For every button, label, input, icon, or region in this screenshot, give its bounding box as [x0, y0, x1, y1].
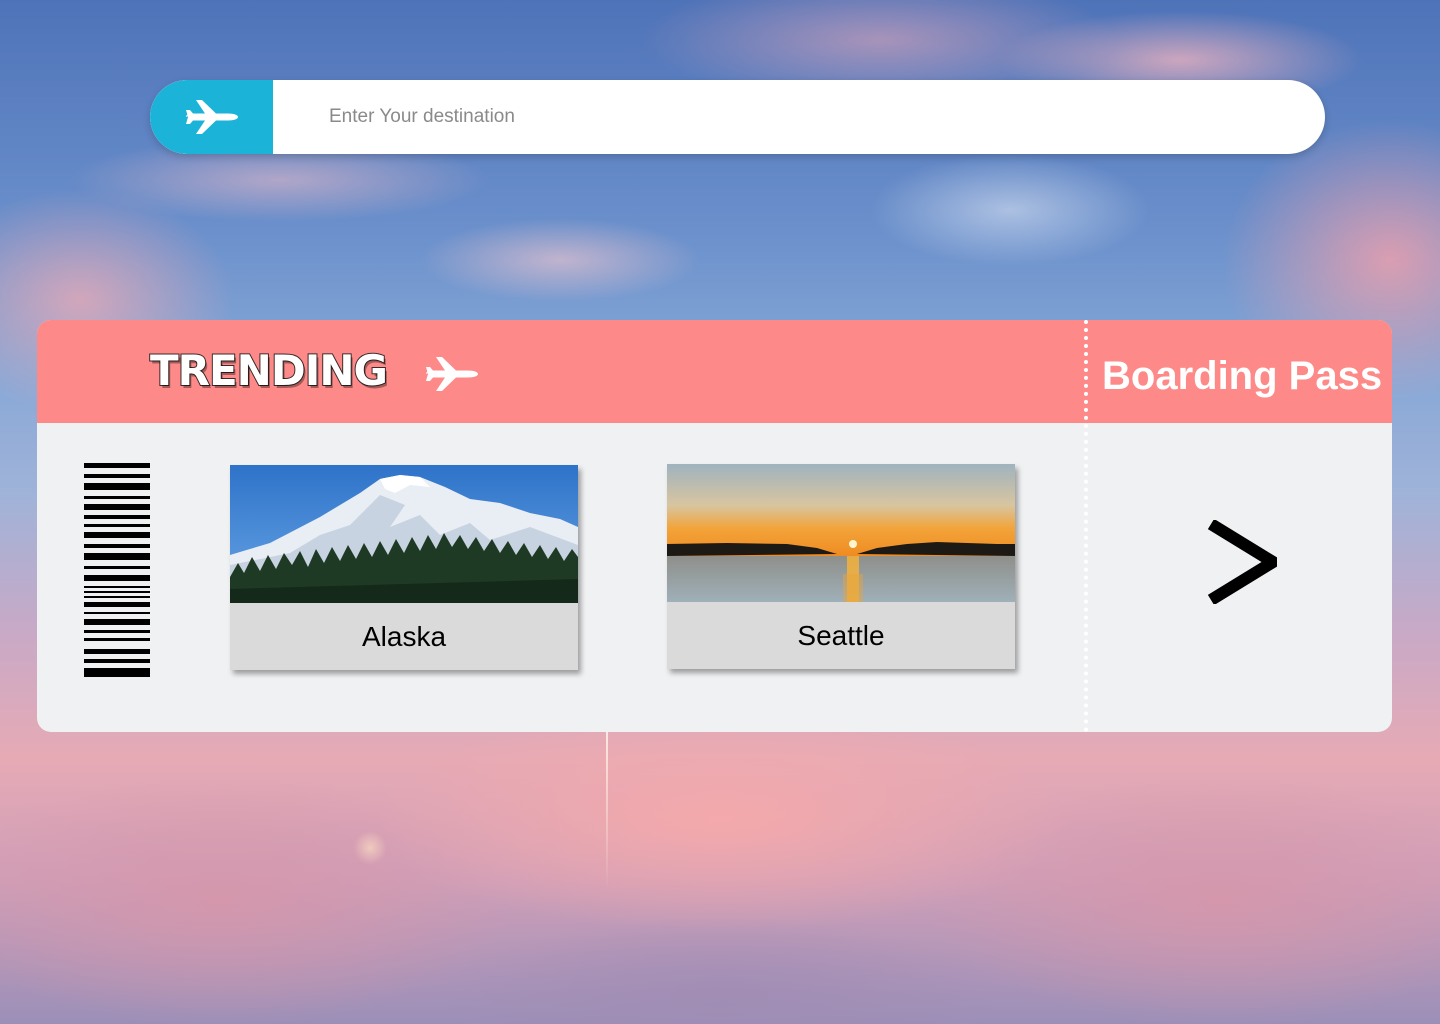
boarding-pass-title: Boarding Pass: [1102, 354, 1383, 398]
barcode: [84, 463, 150, 677]
trending-boarding-pass-ticket: TRENDING Boarding Pass Alaska Seattle: [37, 320, 1392, 732]
ticket-perforation: [1084, 320, 1088, 732]
destination-search-bar: [150, 80, 1325, 154]
seattle-sunset-image: [667, 464, 1015, 602]
search-flight-button[interactable]: [150, 80, 273, 154]
airplane-icon: [426, 357, 478, 391]
sun-ray: [606, 730, 608, 890]
destination-name: Alaska: [361, 621, 447, 652]
alaska-mountain-image: [230, 465, 578, 603]
sky-background: TRENDING Boarding Pass: [0, 0, 1440, 1024]
destination-card-seattle[interactable]: Seattle: [667, 464, 1015, 669]
airplane-icon: [185, 100, 238, 134]
destination-search-input[interactable]: [327, 86, 1325, 148]
destination-name: Seattle: [797, 620, 885, 651]
trending-title: TRENDING: [149, 345, 389, 396]
chevron-right-icon[interactable]: [1207, 520, 1277, 604]
destination-card-alaska[interactable]: Alaska: [230, 465, 578, 670]
